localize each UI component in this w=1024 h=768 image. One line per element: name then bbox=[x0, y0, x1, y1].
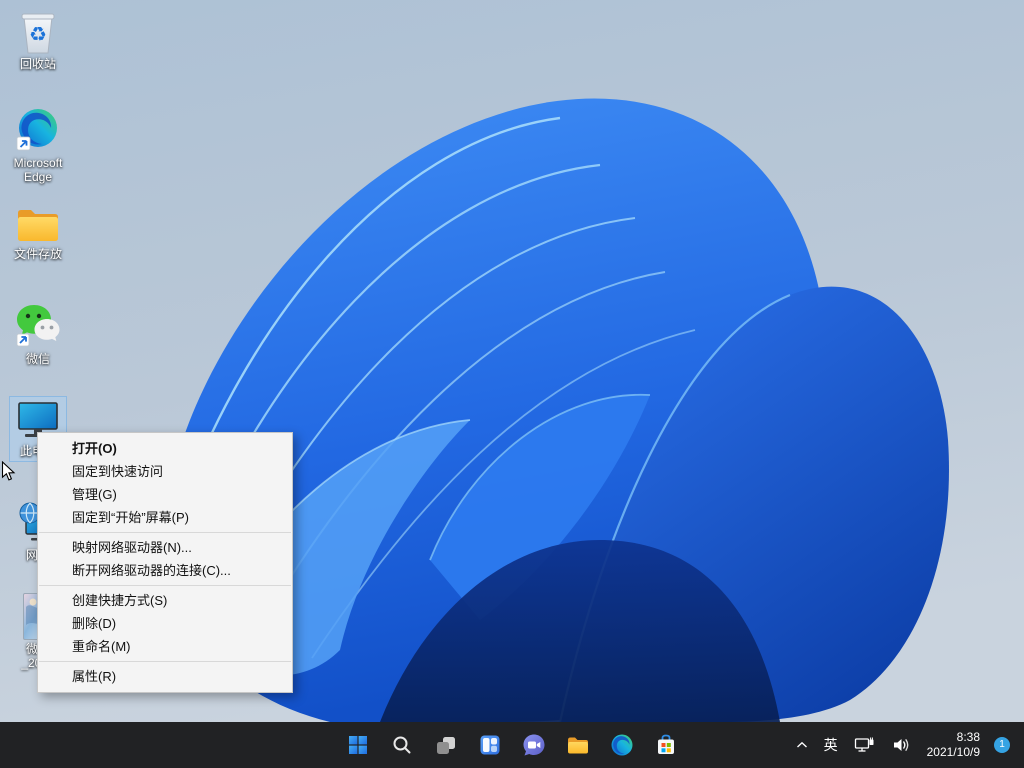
clock-time: 8:38 bbox=[927, 730, 980, 745]
menu-separator bbox=[39, 661, 291, 662]
file-explorer-button[interactable] bbox=[558, 725, 598, 765]
menu-item-rename[interactable]: 重命名(M) bbox=[38, 635, 292, 658]
speaker-volume-icon bbox=[892, 736, 912, 754]
menu-item-properties[interactable]: 属性(R) bbox=[38, 665, 292, 688]
file-explorer-icon bbox=[566, 733, 590, 757]
start-icon bbox=[348, 735, 368, 755]
chat-button[interactable] bbox=[514, 725, 554, 765]
taskbar: 英 8:38 2021/10/9 1 bbox=[0, 722, 1024, 768]
store-button[interactable] bbox=[646, 725, 686, 765]
network-tray-button[interactable] bbox=[849, 727, 881, 763]
desktop-icon-microsoft-edge[interactable]: Microsoft Edge bbox=[6, 106, 70, 184]
menu-item-create-shortcut[interactable]: 创建快捷方式(S) bbox=[38, 589, 292, 612]
chat-icon bbox=[522, 733, 546, 757]
volume-tray-button[interactable] bbox=[887, 727, 917, 763]
widgets-icon bbox=[479, 734, 501, 756]
edge-icon bbox=[610, 733, 634, 757]
context-menu: 打开(O) 固定到快速访问 管理(G) 固定到“开始”屏幕(P) 映射网络驱动器… bbox=[37, 432, 293, 693]
desktop-icon-label: 微信 bbox=[6, 352, 70, 366]
desktop-icon-recycle-bin[interactable]: ♻ 回收站 bbox=[6, 9, 70, 71]
desktop-icon-label: 回收站 bbox=[6, 57, 70, 71]
menu-item-pin-to-quick-access[interactable]: 固定到快速访问 bbox=[38, 460, 292, 483]
edge-icon bbox=[6, 106, 70, 154]
widgets-button[interactable] bbox=[470, 725, 510, 765]
show-hidden-icons-button[interactable] bbox=[791, 727, 813, 763]
search-icon bbox=[392, 735, 412, 755]
start-button[interactable] bbox=[338, 725, 378, 765]
folder-icon bbox=[6, 205, 70, 245]
ethernet-network-icon bbox=[854, 736, 876, 754]
menu-item-delete[interactable]: 删除(D) bbox=[38, 612, 292, 635]
recycle-bin-icon: ♻ bbox=[6, 9, 70, 55]
store-icon bbox=[654, 733, 678, 757]
menu-item-pin-to-start[interactable]: 固定到“开始”屏幕(P) bbox=[38, 506, 292, 529]
menu-item-map-network-drive[interactable]: 映射网络驱动器(N)... bbox=[38, 536, 292, 559]
svg-text:♻: ♻ bbox=[29, 24, 47, 46]
notification-badge[interactable]: 1 bbox=[994, 737, 1010, 753]
taskbar-center-group bbox=[338, 725, 686, 765]
desktop-icon-file-folder[interactable]: 文件存放 bbox=[6, 205, 70, 261]
task-view-icon bbox=[435, 734, 457, 756]
ime-indicator[interactable]: 英 bbox=[819, 727, 843, 763]
edge-button[interactable] bbox=[602, 725, 642, 765]
menu-item-disconnect-network-drive[interactable]: 断开网络驱动器的连接(C)... bbox=[38, 559, 292, 582]
taskbar-tray: 英 8:38 2021/10/9 1 bbox=[791, 722, 1024, 768]
clock[interactable]: 8:38 2021/10/9 bbox=[923, 728, 984, 762]
clock-date: 2021/10/9 bbox=[927, 745, 980, 760]
menu-item-open[interactable]: 打开(O) bbox=[38, 437, 292, 460]
wechat-icon bbox=[6, 300, 70, 350]
search-button[interactable] bbox=[382, 725, 422, 765]
desktop-icon-label: 文件存放 bbox=[6, 247, 70, 261]
task-view-button[interactable] bbox=[426, 725, 466, 765]
chevron-up-icon bbox=[796, 741, 808, 749]
desktop-icon-wechat[interactable]: 微信 bbox=[6, 300, 70, 366]
menu-separator bbox=[39, 532, 291, 533]
mouse-cursor bbox=[1, 461, 17, 483]
menu-separator bbox=[39, 585, 291, 586]
desktop-icon-label: Microsoft Edge bbox=[6, 156, 70, 184]
menu-item-manage[interactable]: 管理(G) bbox=[38, 483, 292, 506]
